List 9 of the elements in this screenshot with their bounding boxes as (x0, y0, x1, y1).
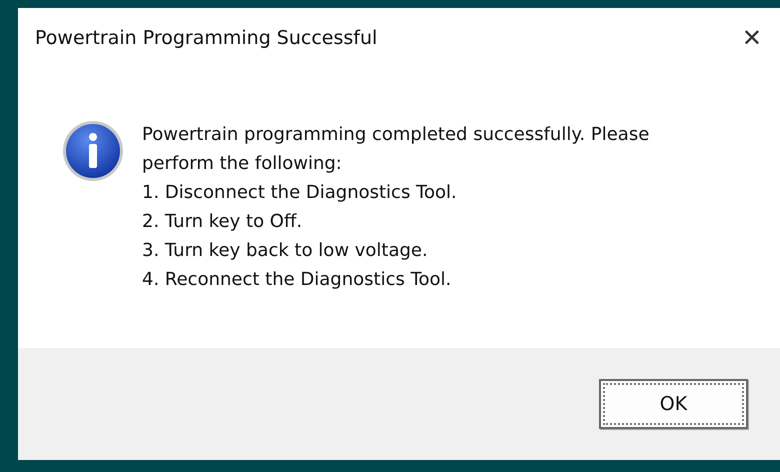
step-text: 4. Reconnect the Diagnostics Tool. (142, 268, 452, 292)
window-title: Powertrain Programming Successful (35, 27, 378, 49)
step-text: 3. Turn key back to low voltage. (142, 239, 429, 263)
ok-button[interactable]: OK (599, 379, 748, 429)
step-text: 2. Turn key to Off. (142, 210, 304, 234)
info-icon (62, 120, 124, 182)
step-text: 1. Disconnect the Diagnostics Tool. (142, 181, 458, 205)
message-text: Powertrain programming completed successfully. Please perform the following: (142, 123, 650, 176)
close-button[interactable]: ✕ (736, 24, 768, 52)
